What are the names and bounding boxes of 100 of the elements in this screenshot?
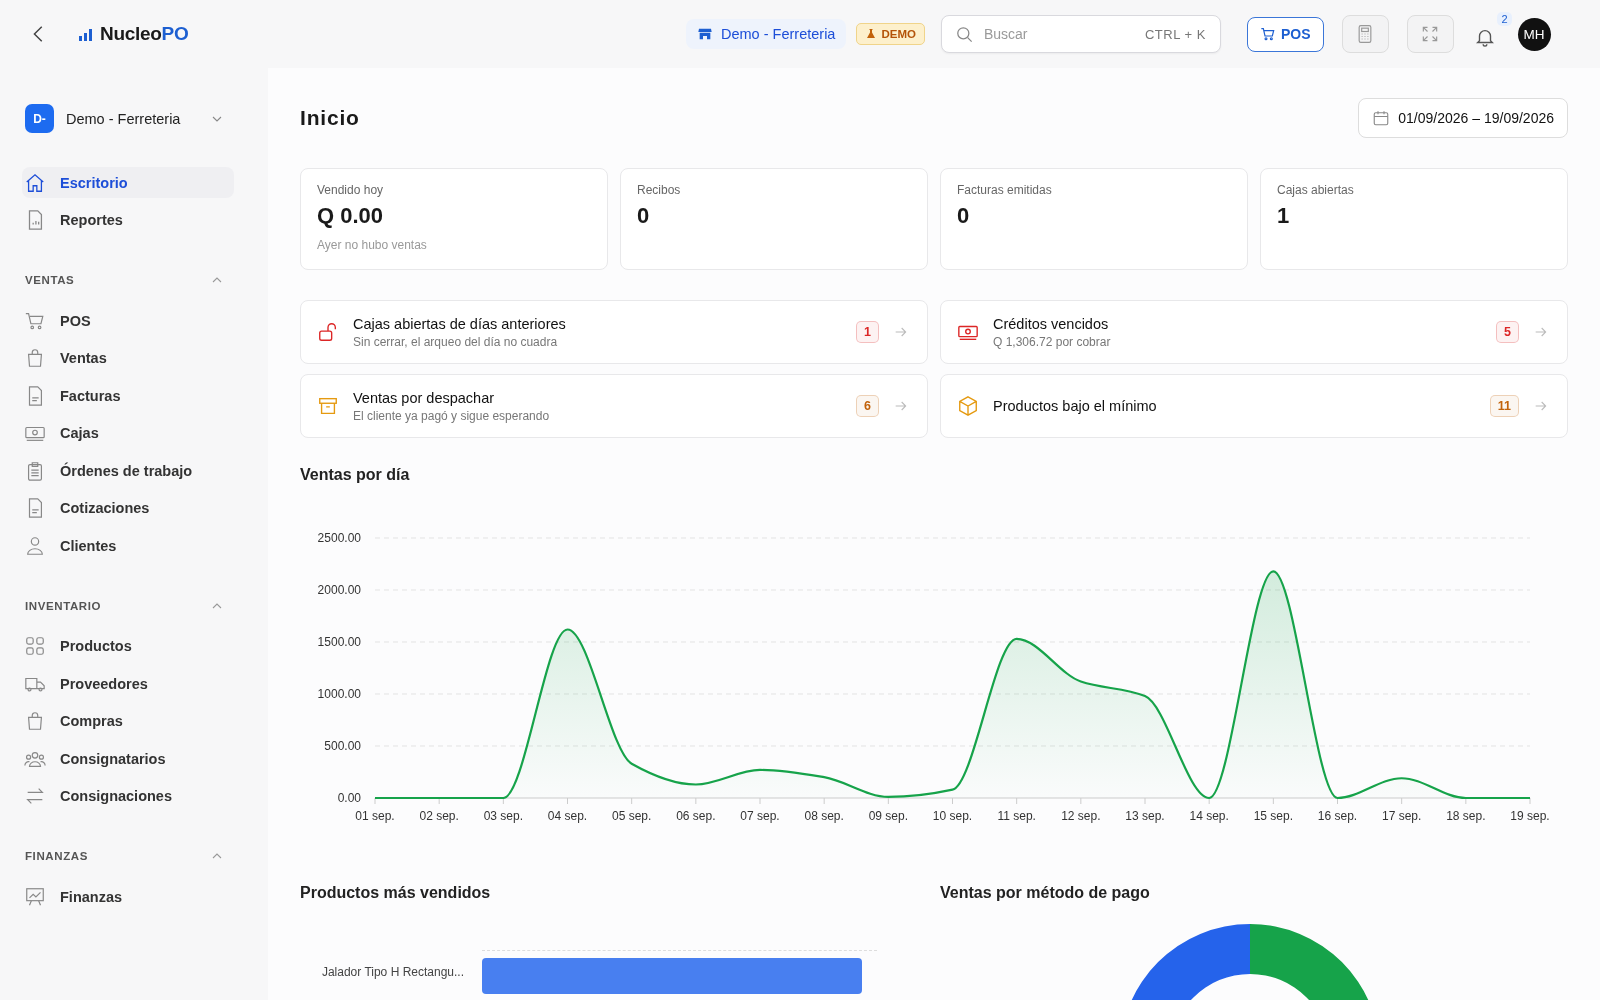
x-tick-label: 16 sep. [1317,809,1358,823]
calculator-button[interactable] [1341,15,1389,53]
x-tick-label: 04 sep. [547,809,588,823]
section-heading: Productos más vendidos [300,884,492,902]
store-icon [697,26,713,42]
product-label: Jalador Tipo H Rectangu... [320,965,465,979]
x-tick-label: 10 sep. [932,809,973,823]
x-tick-label: 18 sep. [1446,809,1486,823]
alert-title: Ventas por despachar [353,389,496,406]
alert-subtitle: Q 1,306.72 por cobrar [993,334,1112,349]
shortcut-hint: CTRL + K [1144,26,1206,42]
company-selector[interactable]: D- Demo - Ferreteria [25,104,225,133]
alert-card[interactable]: Ventas por despachar El cliente ya pagó y sigue esperando 6 [300,374,928,438]
x-tick-label: 19 sep. [1510,809,1550,823]
section-heading: Ventas por método de pago [940,884,1151,902]
alert-card[interactable]: Cajas abiertas de días anteriores Sin cerrar, el arqueo del día no cuadra 1 [300,300,928,364]
x-tick-label: 02 sep. [419,809,459,823]
x-tick-label: 08 sep. [804,809,844,823]
x-tick-label: 15 sep. [1253,809,1293,823]
user-avatar[interactable]: MH [1517,17,1551,51]
sidebar-item[interactable]: Reportes [22,204,234,236]
stat-value: 0 [637,203,650,229]
pos-button[interactable]: POS [1246,16,1324,52]
alert-subtitle: El cliente ya pagó y sigue esperando [353,408,551,423]
y-tick-label: 2500.00 [317,531,361,545]
x-tick-label: 03 sep. [483,809,523,823]
sidebar-item[interactable]: Proveedores [22,668,234,699]
y-tick-label: 2000.00 [317,583,361,597]
alert-title: Productos bajo el mínimo [993,398,1158,414]
alert-card[interactable]: Productos bajo el mínimo 11 [940,374,1568,438]
sidebar-item[interactable]: Cotizaciones [22,492,234,524]
sidebar-item[interactable]: Finanzas [22,881,234,912]
unlocked-padlock-icon [317,321,339,343]
count-badge: 11 [1489,395,1519,417]
y-tick-label: 500.00 [324,739,361,753]
demo-label: DEMO [881,28,916,40]
grid-icon [24,635,46,657]
stat-label: Recibos [637,183,681,197]
sidebar-item[interactable]: Clientes [22,530,234,561]
notification-count: 2 [1497,12,1512,26]
x-tick-label: 11 sep. [997,809,1036,823]
x-tick-label: 06 sep. [676,809,716,823]
sidebar-item[interactable]: Órdenes de trabajo [22,455,234,486]
section-title: VENTAS [25,274,75,286]
store-chip[interactable]: Demo - Ferreteria [686,19,847,49]
stat-label: Facturas emitidas [957,183,1052,197]
alert-title: Créditos vencidos [993,315,1110,332]
sidebar-item[interactable]: Facturas [22,380,234,411]
sidebar-item[interactable]: Ventas [22,342,234,374]
logo-icon [78,27,94,41]
x-tick-label: 01 sep. [355,809,395,823]
stat-value: Q 0.00 [317,203,384,229]
sidebar-item[interactable]: Consignaciones [22,780,234,812]
count-badge: 5 [1496,321,1519,343]
alert-title: Cajas abiertas de días anteriores [353,315,567,332]
x-tick-label: 05 sep. [612,809,652,823]
stat-value: 1 [1277,203,1290,229]
alert-subtitle: Sin cerrar, el arqueo del día no cuadra [353,334,559,349]
fullscreen-icon [1420,24,1440,44]
notifications-button[interactable]: 2 [1471,12,1512,56]
search-field[interactable]: Buscar [981,25,1137,43]
sidebar-item[interactable]: POS [22,305,234,336]
sidebar-item[interactable]: Compras [22,705,234,737]
search-bar[interactable]: Buscar CTRL + K [940,15,1221,53]
section-heading: Ventas por día [300,466,411,484]
home-icon [24,171,46,194]
x-tick-label: 09 sep. [868,809,908,823]
logo-text: NucleoPO [100,23,189,45]
count-badge: 6 [856,395,879,417]
stat-label: Vendido hoy [317,183,384,197]
stat-note: Ayer no hubo ventas [317,238,427,252]
cube-icon [957,395,979,417]
page-title: Inicio [300,106,360,130]
cart-icon [1259,26,1276,42]
x-tick-label: 14 sep. [1189,809,1229,823]
chart-board-icon [24,885,46,908]
stat-value: 0 [957,203,970,229]
x-tick-label: 07 sep. [740,809,780,823]
y-tick-label: 1500.00 [317,635,361,649]
date-range-picker[interactable]: 01/09/2026 – 19/09/2026 [1358,98,1568,138]
y-tick-label: 1000.00 [317,687,361,701]
flask-icon [865,28,878,40]
section-title: INVENTARIO [25,599,102,612]
archive-box-icon [317,395,339,417]
alert-card[interactable]: Créditos vencidos Q 1,306.72 por cobrar 5 [940,300,1568,364]
person-icon [24,534,46,557]
x-tick-label: 13 sep. [1125,809,1165,823]
count-badge: 1 [856,321,879,343]
sidebar-item[interactable]: Cajas [22,417,234,449]
fullscreen-button[interactable] [1406,15,1454,53]
x-tick-label: 17 sep. [1382,809,1422,823]
sidebar-item[interactable]: Consignatarios [22,743,234,774]
stat-label: Cajas abiertas [1277,183,1354,197]
calendar-icon [1372,109,1391,127]
sidebar-item[interactable]: Productos [22,630,234,662]
sidebar-item[interactable]: Escritorio [22,167,234,198]
search-icon [954,24,974,44]
y-tick-label: 0.00 [337,791,361,805]
section-title: FINANZAS [25,850,88,862]
x-tick-label: 12 sep. [1061,809,1101,823]
